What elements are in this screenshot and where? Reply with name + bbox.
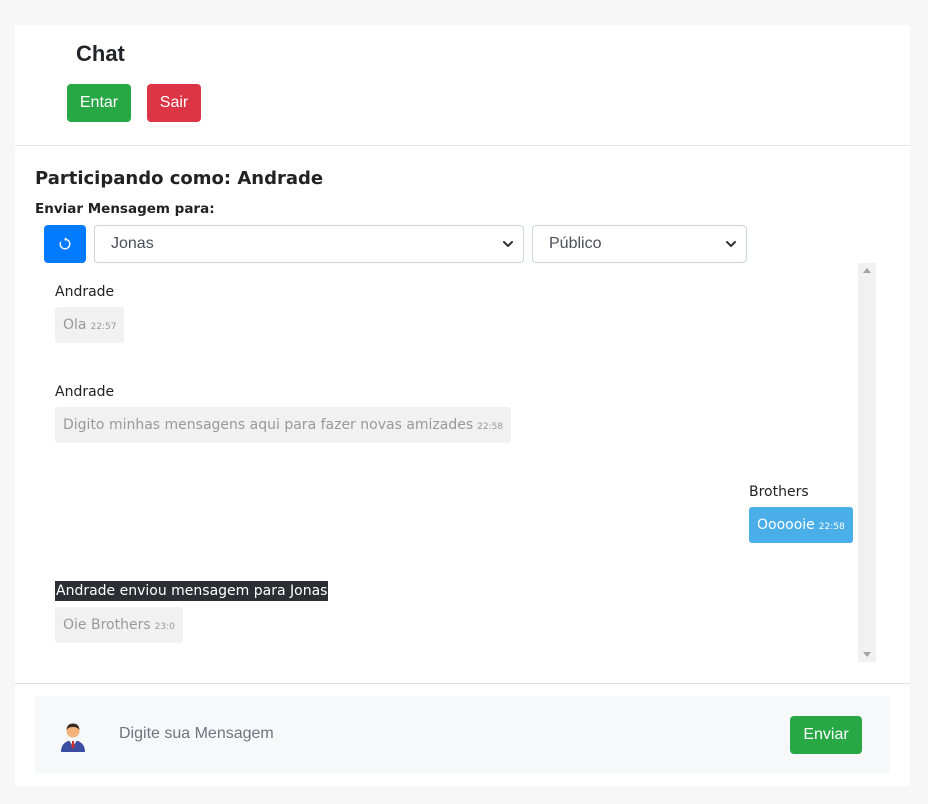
send-button[interactable]: Enviar [790, 716, 862, 754]
message-author: Brothers [749, 484, 809, 500]
scroll-down-arrow-icon[interactable] [863, 652, 871, 657]
participating-as-label: Participando como: Andrade [35, 168, 324, 189]
refresh-icon [59, 237, 71, 250]
footer-divider [15, 683, 910, 684]
messages-scrollbar[interactable] [858, 263, 876, 662]
message-input[interactable]: Digite sua Mensagem [119, 725, 274, 743]
message-author: Andrade [55, 384, 115, 400]
enter-button[interactable]: Entar [67, 84, 131, 122]
refresh-button[interactable] [44, 225, 86, 263]
message-text: Ola [63, 317, 87, 333]
private-message-label: Andrade enviou mensagem para Jonas [55, 581, 329, 601]
send-to-label: Enviar Mensagem para: [35, 201, 215, 217]
message-text: Digito minhas mensagens aqui para fazer … [63, 417, 474, 433]
message-time: 22:57 [90, 322, 117, 332]
message-text: Oie Brothers [63, 617, 151, 633]
compose-bar: Digite sua Mensagem Enviar [35, 696, 890, 774]
visibility-value: Público [549, 235, 602, 252]
message-time: 23:0 [154, 622, 175, 632]
recipient-select[interactable]: Jonas [94, 225, 524, 263]
message-time: 22:58 [477, 422, 504, 432]
message-bubble: Ola 22:57 [55, 307, 125, 343]
chat-card: Chat Entar Sair Participando como: Andra… [15, 25, 910, 786]
message-text: Oooooie [757, 517, 815, 533]
chat-header: Chat Entar Sair [15, 25, 910, 146]
user-avatar-icon [61, 723, 85, 752]
chevron-down-icon [726, 241, 736, 247]
chevron-down-icon [503, 241, 513, 247]
page-title: Chat [76, 41, 125, 66]
message-list[interactable]: Andrade Ola 22:57 Andrade Digito minhas … [35, 263, 876, 662]
message-time: 22:58 [818, 522, 845, 532]
recipient-value: Jonas [111, 235, 154, 252]
exit-button[interactable]: Sair [147, 84, 201, 122]
message-bubble: Digito minhas mensagens aqui para fazer … [55, 407, 512, 443]
message-author: Andrade [55, 284, 115, 300]
message-bubble: Oie Brothers 23:0 [55, 607, 183, 643]
scroll-up-arrow-icon[interactable] [863, 268, 871, 273]
message-bubble: Oooooie 22:58 [749, 507, 853, 543]
visibility-select[interactable]: Público [532, 225, 747, 263]
